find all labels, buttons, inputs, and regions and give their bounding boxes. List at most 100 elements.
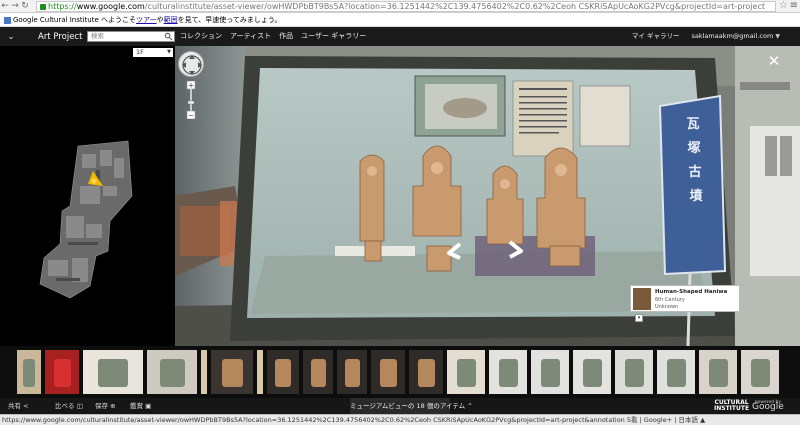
url-field[interactable]: https://www.google.com/culturalinstitute…	[36, 1, 776, 12]
url-path: /culturalinstitute/asset-viewer/owHWDPbB…	[144, 2, 765, 11]
header-right-links: マイ ギャラリー saklamaakm@gmail.com ▼	[632, 31, 780, 42]
brand-title[interactable]: Art Project	[38, 32, 82, 42]
artwork-thumbnail	[633, 288, 651, 310]
thumbnail-object	[456, 358, 476, 388]
menu-user-galleries[interactable]: ユーザー ギャラリー	[301, 31, 366, 42]
thumbnail-object	[159, 358, 185, 388]
thumbnail-object	[750, 358, 770, 388]
thumb-figure-1[interactable]	[267, 350, 299, 394]
thumbnail-object	[379, 358, 397, 388]
caret-down-icon: ▼	[775, 33, 780, 40]
thumb-figure-4[interactable]	[371, 350, 405, 394]
compass-icon	[182, 55, 202, 75]
compare-icon: ◫	[76, 402, 83, 410]
thumb-magatama[interactable]	[657, 350, 695, 394]
search-icon[interactable]	[164, 32, 173, 41]
reload-icon[interactable]: ↻	[20, 0, 30, 12]
thumb-beads[interactable]	[573, 350, 611, 394]
thumbnail-object	[275, 358, 291, 388]
museum-view-items-label: ミュージアムビューの 18 個のアイテム	[350, 402, 466, 410]
thumb-haniwa-tall[interactable]	[17, 350, 41, 394]
menu-collections[interactable]: コレクション	[180, 31, 222, 42]
thumb-mirror[interactable]	[615, 350, 653, 394]
svg-text:+: +	[188, 82, 194, 90]
chevron-down-icon[interactable]: ⌄	[0, 32, 22, 42]
url-host: www.google.com	[76, 2, 145, 11]
zoom-slider[interactable]: + −	[186, 81, 196, 119]
bookmark-star-icon[interactable]: ☆	[779, 0, 788, 11]
back-arrow-icon[interactable]: ←	[0, 0, 10, 12]
pan-control[interactable]	[178, 51, 204, 77]
view-icon: ▣	[145, 402, 152, 410]
bottom-toolbar: 共有 < 比べる ◫ 保存 ⊕ 鑑賞 ▣ ミュージアムビューの 18 個のアイテ…	[0, 398, 800, 414]
thumbnail-object	[708, 358, 728, 388]
thumbnail-object	[498, 358, 518, 388]
account-email: saklamaakm@gmail.com	[691, 32, 774, 40]
save-button[interactable]: 保存 ⊕	[95, 401, 116, 411]
thumb-helmet-red[interactable]	[83, 350, 143, 394]
logo-institute: INSTITUTE	[714, 405, 750, 412]
thumb-ornaments[interactable]	[489, 350, 527, 394]
app-header: ⌄ Art Project 検索 コレクション アーティスト 作品 ユーザー ギ…	[0, 27, 800, 46]
cultural-institute-logo: CULTURAL INSTITUTE	[714, 400, 749, 412]
browser-address-bar: ← → ↻ https://www.google.com/culturalins…	[0, 0, 800, 13]
menu-artists[interactable]: アーティスト	[230, 31, 271, 42]
floor-plan-map[interactable]	[0, 46, 175, 346]
powered-by-google-logo: powered by Google	[752, 400, 784, 412]
compare-label: 比べる	[55, 402, 75, 410]
share-icon: <	[23, 402, 29, 410]
thumb-bronze[interactable]	[531, 350, 569, 394]
thumbnail-object	[666, 358, 686, 388]
main-menu: コレクション アーティスト 作品 ユーザー ギャラリー	[180, 31, 366, 42]
browser-status-bar: https://www.google.com/culturalinstitute…	[0, 414, 800, 425]
range-link[interactable]: 範囲	[164, 16, 178, 24]
thumbnail-object	[53, 358, 71, 388]
thumbnail-object	[582, 358, 602, 388]
thumbnail-strip	[0, 346, 800, 398]
thumb-figure-3[interactable]	[337, 350, 367, 394]
browser-menu-icon[interactable]: ≡	[790, 0, 798, 11]
museum-view-items-tab[interactable]: ミュージアムビューの 18 個のアイテム ⌃	[350, 398, 473, 414]
save-icon: ⊕	[110, 402, 116, 410]
compare-button[interactable]: 比べる ◫	[55, 401, 83, 411]
artwork-period: 6th Century	[655, 297, 685, 303]
lock-icon	[40, 3, 46, 10]
welcome-info-bar: Google Cultural Institute へようこそツアーや範囲を見て…	[0, 13, 800, 27]
thumb-bar[interactable]	[201, 350, 207, 394]
museum-street-view[interactable]: 瓦 塚 古 墳 + − ✕ Human-Shaped Haniwa 6th Ce…	[175, 46, 800, 346]
thumb-face[interactable]	[447, 350, 485, 394]
close-icon[interactable]: ✕	[766, 54, 782, 70]
welcome-text-mid: や	[156, 16, 164, 24]
view-button[interactable]: 鑑賞 ▣	[130, 401, 151, 411]
info-pin-icon[interactable]: ▾	[635, 314, 643, 322]
forward-arrow-icon[interactable]: →	[10, 0, 20, 12]
thumbnail-object	[310, 358, 326, 388]
thumbnail-object	[221, 358, 243, 388]
search-placeholder: 検索	[91, 32, 104, 40]
thumb-bar-2[interactable]	[257, 350, 263, 394]
thumb-figure-5[interactable]	[409, 350, 443, 394]
artwork-artist: Unknown	[655, 304, 679, 310]
thumb-head[interactable]	[741, 350, 779, 394]
thumb-haniwa-small[interactable]	[699, 350, 737, 394]
search-input[interactable]: 検索	[87, 31, 175, 42]
artwork-info-card[interactable]: Human-Shaped Haniwa 6th Century Unknown	[630, 285, 740, 312]
thumb-figure-2[interactable]	[303, 350, 333, 394]
tour-link[interactable]: ツアー	[136, 16, 157, 24]
welcome-text: Google Cultural Institute へようこそ	[13, 16, 136, 24]
share-label: 共有	[8, 402, 21, 410]
thumbnail-object	[540, 358, 560, 388]
share-button[interactable]: 共有 <	[8, 401, 29, 411]
welcome-text-suffix: を見て、早速使ってみましょう。	[177, 16, 282, 24]
thumbnail-object	[98, 358, 128, 388]
my-gallery-link[interactable]: マイ ギャラリー	[632, 31, 680, 42]
thumb-red-cloth[interactable]	[45, 350, 79, 394]
menu-artworks[interactable]: 作品	[279, 31, 293, 42]
cultural-institute-icon	[4, 16, 11, 24]
url-scheme: https://	[48, 2, 77, 11]
account-menu[interactable]: saklamaakm@gmail.com ▼	[691, 31, 780, 42]
thumbnail-object	[624, 358, 644, 388]
thumb-house-haniwa[interactable]	[211, 350, 253, 394]
placard-char-1: 瓦	[686, 117, 699, 132]
thumb-fragments[interactable]	[147, 350, 197, 394]
